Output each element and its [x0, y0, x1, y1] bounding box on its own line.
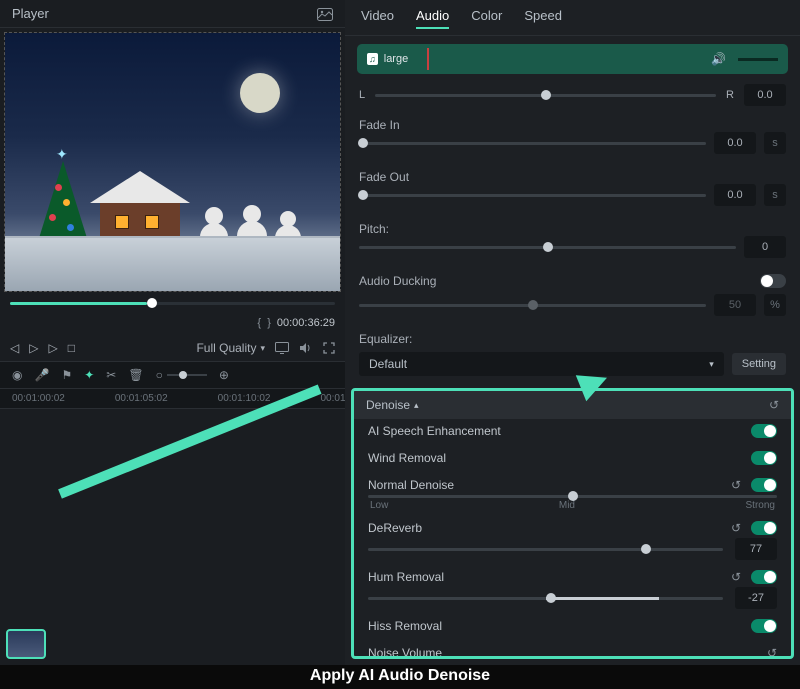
clip-name: large: [384, 53, 408, 65]
stop-button[interactable]: □: [68, 341, 75, 355]
hum-removal-slider[interactable]: [368, 597, 723, 600]
music-note-icon: ♫: [367, 53, 378, 65]
tl-zoom-slider[interactable]: ○: [156, 368, 207, 382]
normal-denoise-reset-icon[interactable]: ↺: [731, 478, 741, 492]
preview-scrubber[interactable]: [10, 302, 335, 305]
timeline-clip-thumb[interactable]: [6, 629, 46, 659]
timecode: 00:00:36:29: [277, 317, 335, 329]
ruler-tick: 00:01:10:02: [218, 393, 271, 404]
chevron-down-icon: ▾: [260, 343, 265, 354]
ruler-tick: 00:01:00:02: [12, 393, 65, 404]
tl-mic-icon[interactable]: 🎤: [34, 368, 49, 382]
next-frame-button[interactable]: ▷: [48, 341, 57, 355]
video-preview[interactable]: ✦: [4, 32, 341, 292]
audio-clip-bar[interactable]: ♫ large 🔊: [357, 44, 788, 74]
ai-speech-label: AI Speech Enhancement: [368, 424, 501, 438]
denoise-low-label: Low: [370, 500, 388, 511]
normal-denoise-toggle[interactable]: [751, 478, 777, 492]
noise-volume-label: Noise Volume: [368, 646, 442, 659]
hiss-removal-label: Hiss Removal: [368, 619, 442, 633]
balance-l-label: L: [359, 89, 365, 101]
balance-slider[interactable]: [375, 94, 716, 97]
dereverb-value[interactable]: 77: [735, 538, 777, 560]
tab-audio[interactable]: Audio: [416, 8, 449, 29]
annotation-arrow: [60, 489, 340, 499]
wind-removal-toggle[interactable]: [751, 451, 777, 465]
hum-removal-reset-icon[interactable]: ↺: [731, 570, 741, 584]
chevron-down-icon: ▾: [709, 359, 714, 370]
fullscreen-icon[interactable]: [323, 342, 335, 354]
ducking-unit: %: [764, 294, 786, 316]
clip-volume-bar[interactable]: [738, 58, 778, 61]
balance-r-label: R: [726, 89, 734, 101]
dereverb-slider[interactable]: [368, 548, 723, 551]
pitch-value[interactable]: 0: [744, 236, 786, 258]
hum-removal-toggle[interactable]: [751, 570, 777, 584]
tl-trash-icon[interactable]: 🗑: [128, 368, 143, 382]
snapshot-icon[interactable]: [317, 7, 333, 21]
noise-volume-reset-icon[interactable]: ↺: [767, 646, 777, 659]
fadein-slider[interactable]: [359, 142, 706, 145]
tl-marker-icon[interactable]: ⚑: [61, 368, 72, 382]
dereverb-reset-icon[interactable]: ↺: [731, 521, 741, 535]
equalizer-selected: Default: [369, 357, 407, 371]
speaker-icon[interactable]: 🔊: [711, 52, 726, 66]
denoise-reset-icon[interactable]: ↺: [769, 398, 779, 412]
hum-removal-label: Hum Removal: [368, 570, 444, 584]
wind-removal-label: Wind Removal: [368, 451, 446, 465]
tab-color[interactable]: Color: [471, 8, 502, 29]
tl-cut-icon[interactable]: ✂: [106, 368, 116, 382]
normal-denoise-label: Normal Denoise: [368, 478, 454, 492]
ducking-toggle[interactable]: [760, 274, 786, 288]
play-button[interactable]: ▷: [29, 341, 38, 355]
dereverb-toggle[interactable]: [751, 521, 777, 535]
balance-value[interactable]: 0.0: [744, 84, 786, 106]
fadeout-label: Fade Out: [359, 170, 786, 184]
denoise-panel: Denoise ▴ ↺ AI Speech Enhancement Wind R…: [351, 388, 794, 659]
denoise-strong-label: Strong: [746, 500, 775, 511]
quality-dropdown[interactable]: Full Quality ▾: [196, 341, 265, 355]
ai-speech-toggle[interactable]: [751, 424, 777, 438]
pitch-label: Pitch:: [359, 222, 786, 236]
tab-speed[interactable]: Speed: [524, 8, 562, 29]
pitch-slider[interactable]: [359, 246, 736, 249]
normal-denoise-slider[interactable]: [368, 495, 777, 498]
ducking-value[interactable]: 50: [714, 294, 756, 316]
denoise-title: Denoise: [366, 398, 410, 412]
ducking-label: Audio Ducking: [359, 274, 436, 288]
display-settings-icon[interactable]: [275, 342, 289, 354]
timeline-tracks[interactable]: [0, 409, 345, 665]
fadeout-value[interactable]: 0.0: [714, 184, 756, 206]
tab-video[interactable]: Video: [361, 8, 394, 29]
tl-fit-icon[interactable]: ⊕: [219, 368, 229, 382]
ruler-tick: 00:01:05:02: [115, 393, 168, 404]
tl-record-icon[interactable]: ◉: [12, 368, 22, 382]
player-title: Player: [12, 6, 49, 21]
fadeout-unit: s: [764, 184, 786, 206]
fadein-unit: s: [764, 132, 786, 154]
equalizer-label: Equalizer:: [359, 332, 786, 346]
fadein-label: Fade In: [359, 118, 786, 132]
hum-removal-value[interactable]: -27: [735, 587, 777, 609]
tl-ai-icon[interactable]: ✦: [84, 368, 94, 382]
denoise-mid-label: Mid: [559, 500, 575, 511]
prev-frame-button[interactable]: ◁: [10, 341, 19, 355]
ducking-slider[interactable]: [359, 304, 706, 307]
dereverb-label: DeReverb: [368, 521, 422, 535]
fadeout-slider[interactable]: [359, 194, 706, 197]
hiss-removal-toggle[interactable]: [751, 619, 777, 633]
fadein-value[interactable]: 0.0: [714, 132, 756, 154]
equalizer-select[interactable]: Default ▾: [359, 352, 724, 376]
marker-add-icon[interactable]: { }: [257, 317, 270, 329]
quality-label: Full Quality: [196, 341, 256, 355]
figure-caption: Apply AI Audio Denoise: [0, 665, 800, 689]
equalizer-setting-button[interactable]: Setting: [732, 353, 786, 375]
volume-icon[interactable]: [299, 342, 313, 354]
caret-up-icon[interactable]: ▴: [414, 400, 419, 411]
